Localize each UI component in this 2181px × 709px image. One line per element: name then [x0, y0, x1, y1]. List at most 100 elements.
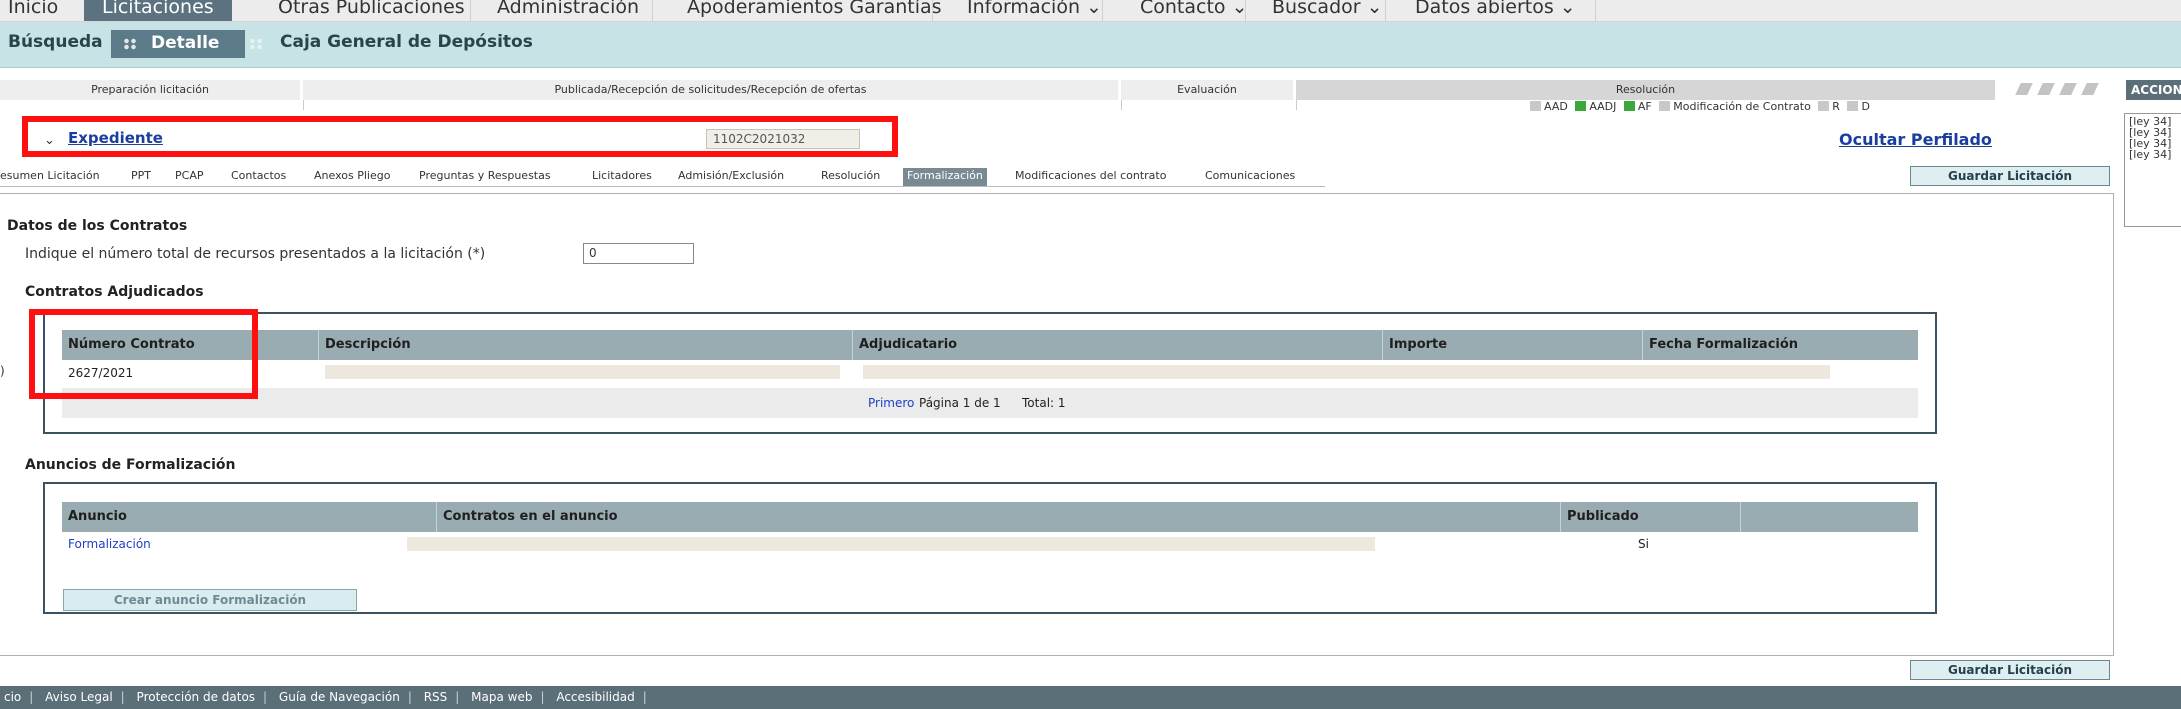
header-adjudicatario[interactable]: Adjudicatario: [852, 330, 1382, 360]
legend-r: R: [1832, 100, 1840, 113]
nav-otras-publicaciones[interactable]: Otras Publicaciones: [278, 0, 465, 21]
cell-publicado: Si: [1638, 537, 1649, 551]
contratos-grid: Número Contrato Descripción Adjudicatari…: [43, 312, 1937, 434]
legend-aad: AAD: [1544, 100, 1568, 113]
header-empty: [1740, 502, 1918, 532]
recursos-input[interactable]: 0: [583, 243, 694, 264]
redacted-descripcion: [325, 365, 840, 379]
top-navigation: Inicio Licitaciones Otras Publicaciones …: [0, 0, 2181, 22]
tab-comunicaciones[interactable]: Comunicaciones: [1205, 168, 1295, 186]
section-title-contratos: Contratos Adjudicados: [25, 284, 204, 300]
legend-swatch-modificacion: [1659, 101, 1671, 111]
crear-anuncio-button[interactable]: Crear anuncio Formalización: [63, 589, 357, 611]
tab-preguntas-respuestas[interactable]: Preguntas y Respuestas: [419, 168, 551, 186]
guardar-licitacion-button-bottom[interactable]: Guardar Licitación: [1910, 660, 2110, 680]
subnav-busqueda[interactable]: Búsqueda: [8, 32, 103, 52]
footer-rss-link[interactable]: RSS: [424, 690, 448, 704]
tab-ppt[interactable]: PPT: [131, 168, 151, 186]
nav-divider: [470, 0, 471, 22]
contratos-pager: Primero Página 1 de 1 Total: 1: [62, 388, 1918, 418]
subnav-caja-general[interactable]: Caja General de Depósitos: [280, 32, 533, 52]
phase-divider: [1121, 100, 1122, 110]
nav-apoderamientos[interactable]: Apoderamientos Garantías: [687, 0, 942, 21]
highlight-box: [22, 116, 898, 157]
ocultar-perfilado-link[interactable]: Ocultar Perfilado: [1839, 130, 1992, 149]
pager-page-info: Página 1 de 1: [919, 396, 1001, 410]
tab-contactos[interactable]: Contactos: [231, 168, 286, 186]
nav-administracion[interactable]: Administración: [497, 0, 639, 21]
nav-datos-abiertos[interactable]: Datos abiertos ⌄: [1415, 0, 1576, 21]
legend-swatch-r: [1818, 101, 1830, 111]
footer-separator: |: [642, 690, 647, 704]
legend-modificacion: Modificación de Contrato: [1673, 100, 1811, 113]
tab-formalizacion[interactable]: Formalización: [903, 168, 987, 186]
acciones-box: [ley 34] [ley 34] [ley 34] [ley 34]: [2124, 113, 2181, 227]
header-fecha-formalizacion[interactable]: Fecha Formalización: [1642, 330, 1918, 360]
footer-separator: |: [455, 690, 460, 704]
footer-proteccion-datos-link[interactable]: Protección de datos: [137, 690, 256, 704]
phase-legend: AAD AADJ AF Modificación de Contrato R D: [1530, 100, 1874, 114]
tab-pcap[interactable]: PCAP: [175, 168, 203, 186]
footer-aviso-legal-link[interactable]: Aviso Legal: [45, 690, 113, 704]
header-importe[interactable]: Importe: [1382, 330, 1642, 360]
tab-resumen-licitacion[interactable]: esumen Licitación: [0, 168, 100, 186]
grip-dots-icon: [249, 38, 263, 50]
footer-separator: |: [120, 690, 125, 704]
contratos-grid-header: Número Contrato Descripción Adjudicatari…: [62, 330, 1918, 360]
phase-resolucion: Resolución: [1296, 80, 1998, 100]
phase-divider: [1296, 100, 1297, 110]
highlight-box: [29, 309, 258, 399]
acciones-header: ACCION: [2126, 80, 2181, 100]
section-title-datos: Datos de los Contratos: [7, 218, 188, 234]
footer-accesibilidad-link[interactable]: Accesibilidad: [556, 690, 634, 704]
subnav-detalle-label: Detalle: [151, 33, 220, 53]
tab-anexos-pliego[interactable]: Anexos Pliego: [314, 168, 390, 186]
legend-swatch-d: [1847, 101, 1859, 111]
legend-swatch-aadj: [1575, 101, 1587, 111]
footer-mapa-web-link[interactable]: Mapa web: [471, 690, 532, 704]
anuncios-grid-header: Anuncio Contratos en el anuncio Publicad…: [62, 502, 1918, 532]
tab-modificaciones[interactable]: Modificaciones del contrato: [1015, 168, 1166, 186]
nav-informacion[interactable]: Información ⌄: [967, 0, 1102, 21]
footer-separator: |: [263, 690, 268, 704]
nav-divider: [932, 0, 933, 22]
phase-progress-bar: Preparación licitación Publicada/Recepci…: [0, 80, 2110, 100]
footer-separator: |: [540, 690, 545, 704]
tab-licitadores[interactable]: Licitadores: [592, 168, 652, 186]
footer-inicio-link[interactable]: cio: [4, 690, 21, 704]
header-descripcion[interactable]: Descripción: [318, 330, 852, 360]
header-anuncio[interactable]: Anuncio: [62, 502, 436, 532]
nav-divider: [652, 0, 653, 22]
header-contratos-anuncio[interactable]: Contratos en el anuncio: [436, 502, 1560, 532]
tab-admision-exclusion[interactable]: Admisión/Exclusión: [678, 168, 784, 186]
footer: cio | Aviso Legal | Protección de datos | G…: [0, 686, 2181, 709]
grip-dots-icon: [123, 38, 137, 50]
phase-divider: [303, 100, 304, 110]
legend-swatch-aad: [1530, 101, 1541, 111]
tab-underline: [0, 186, 1325, 187]
legend-swatch-af: [1623, 101, 1635, 111]
anuncio-formalizacion-link[interactable]: Formalización: [68, 537, 151, 551]
phase-preparacion: Preparación licitación: [0, 80, 303, 100]
nav-buscador[interactable]: Buscador ⌄: [1272, 0, 1383, 21]
pager-total: Total: 1: [1022, 396, 1066, 410]
nav-licitaciones[interactable]: Licitaciones: [84, 0, 232, 21]
legend-af: AF: [1637, 100, 1652, 113]
footer-guia-navegacion-link[interactable]: Guía de Navegación: [279, 690, 400, 704]
nav-divider: [1595, 0, 1596, 22]
acciones-line[interactable]: [ley 34]: [2129, 149, 2181, 160]
sub-navigation: Búsqueda Detalle Caja General de Depósit…: [0, 22, 2181, 68]
header-publicado[interactable]: Publicado: [1560, 502, 1740, 532]
tab-resolucion[interactable]: Resolución: [821, 168, 880, 186]
phase-evaluacion: Evaluación: [1121, 80, 1296, 100]
anuncios-grid: Anuncio Contratos en el anuncio Publicad…: [43, 482, 1937, 614]
nav-divider: [1102, 0, 1103, 22]
phase-publicada: Publicada/Recepción de solicitudes/Recep…: [303, 80, 1121, 100]
pager-primero-link[interactable]: Primero: [868, 396, 914, 410]
nav-inicio[interactable]: Inicio: [8, 0, 58, 21]
nav-contacto[interactable]: Contacto ⌄: [1140, 0, 1248, 21]
subnav-detalle[interactable]: Detalle: [111, 30, 245, 58]
footer-separator: |: [29, 690, 34, 704]
guardar-licitacion-button[interactable]: Guardar Licitación: [1910, 166, 2110, 186]
redacted-contratos-anuncio: [407, 537, 1375, 551]
